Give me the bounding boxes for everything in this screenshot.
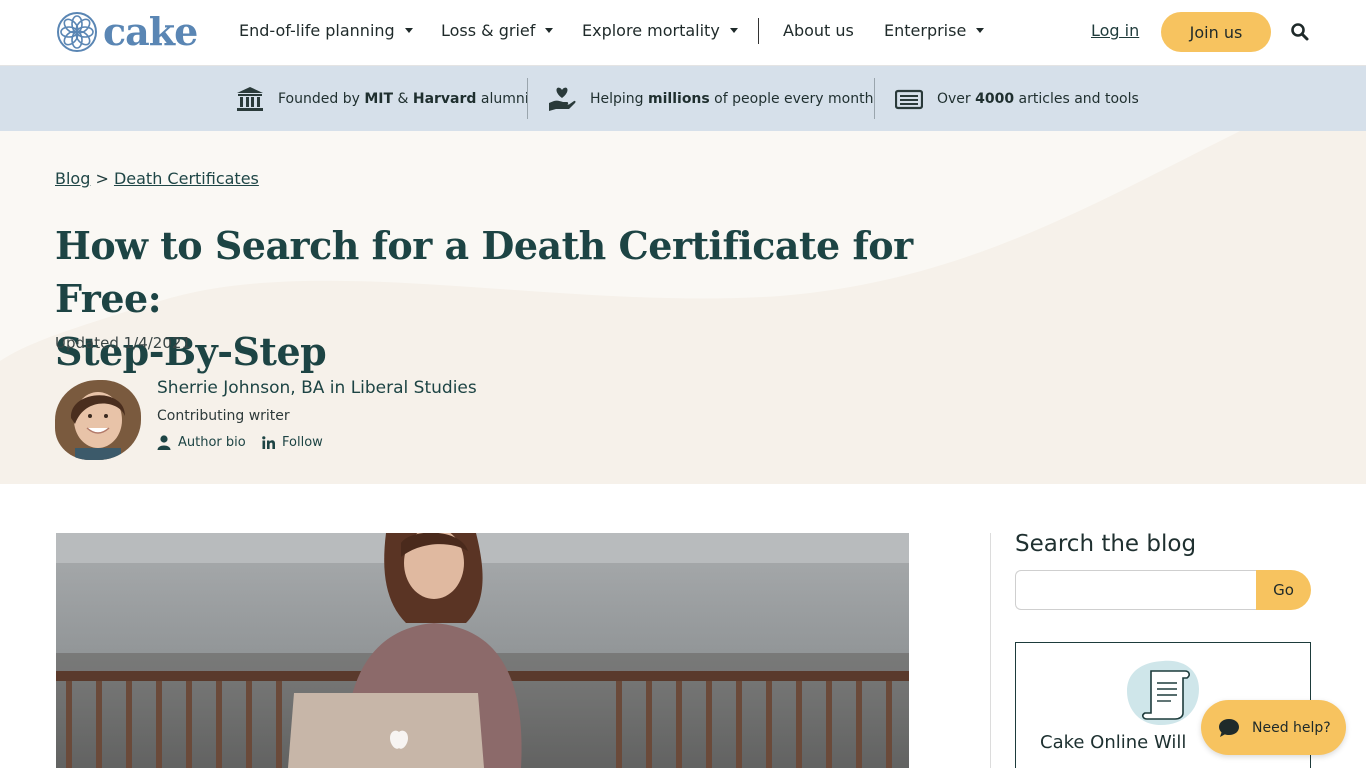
author-bio-link[interactable]: Author bio (157, 435, 246, 450)
scroll-document-icon (1127, 660, 1199, 725)
trust-text: Over 4000 articles and tools (937, 90, 1139, 107)
top-navigation: cake End-of-life planning Loss & grief E… (0, 0, 1366, 66)
online-will-title: Cake Online Will (1040, 732, 1187, 753)
need-help-button[interactable]: Need help? (1201, 700, 1346, 755)
trust-helping: Helping millions of people every month (548, 66, 873, 131)
logo-text: cake (103, 9, 198, 54)
trust-founded: Founded by MIT & Harvard alumni (236, 66, 529, 131)
trust-divider (874, 78, 875, 119)
nav-divider (758, 18, 759, 44)
author-follow-link[interactable]: Follow (262, 435, 323, 450)
flower-logo-icon (57, 12, 97, 52)
author-avatar[interactable] (55, 380, 141, 460)
trust-text: Helping millions of people every month (590, 90, 874, 107)
nav-end-of-life-planning[interactable]: End-of-life planning (239, 21, 413, 40)
woman-with-laptop-photo (56, 533, 909, 768)
nav-label: Explore mortality (582, 21, 720, 40)
article-hero-image (56, 533, 909, 768)
article-header: Blog > Death Certificates How to Search … (0, 131, 1366, 484)
join-us-button[interactable]: Join us (1161, 12, 1271, 52)
nav-label: Enterprise (884, 21, 967, 40)
need-help-label: Need help? (1252, 719, 1331, 736)
chat-bubble-icon (1219, 718, 1239, 737)
newspaper-icon (895, 89, 923, 109)
trust-bar: Founded by MIT & Harvard alumni Helping … (0, 66, 1366, 131)
breadcrumb: Blog > Death Certificates (55, 169, 259, 188)
breadcrumb-separator: > (90, 169, 114, 188)
author-photo-image (55, 380, 141, 460)
blog-search-input[interactable] (1015, 570, 1257, 610)
sidebar-search-title: Search the blog (1015, 531, 1197, 557)
search-icon[interactable] (1290, 22, 1310, 42)
user-icon (157, 435, 171, 450)
breadcrumb-blog-link[interactable]: Blog (55, 169, 90, 188)
author-role: Contributing writer (157, 408, 290, 424)
nav-label: End-of-life planning (239, 21, 395, 40)
institution-icon (237, 86, 263, 111)
nav-enterprise[interactable]: Enterprise (884, 21, 985, 40)
login-link[interactable]: Log in (1091, 21, 1139, 40)
page-title: How to Search for a Death Certificate fo… (55, 219, 955, 378)
linkedin-icon (262, 436, 275, 449)
nav-explore-mortality[interactable]: Explore mortality (582, 21, 738, 40)
nav-about-us[interactable]: About us (783, 21, 854, 40)
caret-down-icon (404, 28, 413, 33)
cake-logo[interactable]: cake (57, 9, 198, 54)
sidebar-divider (990, 533, 991, 768)
nav-label: Loss & grief (441, 21, 536, 40)
nav-loss-grief[interactable]: Loss & grief (441, 21, 554, 40)
author-name[interactable]: Sherrie Johnson, BA in Liberal Studies (157, 378, 477, 398)
caret-down-icon (545, 28, 554, 33)
trust-articles: Over 4000 articles and tools (895, 66, 1139, 131)
breadcrumb-category-link[interactable]: Death Certificates (114, 169, 259, 188)
title-line-1: How to Search for a Death Certificate fo… (55, 223, 913, 321)
trust-divider (527, 78, 528, 119)
updated-date: Updated 1/4/2021 (55, 334, 191, 352)
trust-text: Founded by MIT & Harvard alumni (278, 90, 529, 107)
caret-down-icon (729, 28, 738, 33)
caret-down-icon (976, 28, 985, 33)
heart-hand-icon (549, 87, 576, 111)
nav-label: About us (783, 21, 854, 40)
blog-search-go-button[interactable]: Go (1256, 570, 1311, 610)
